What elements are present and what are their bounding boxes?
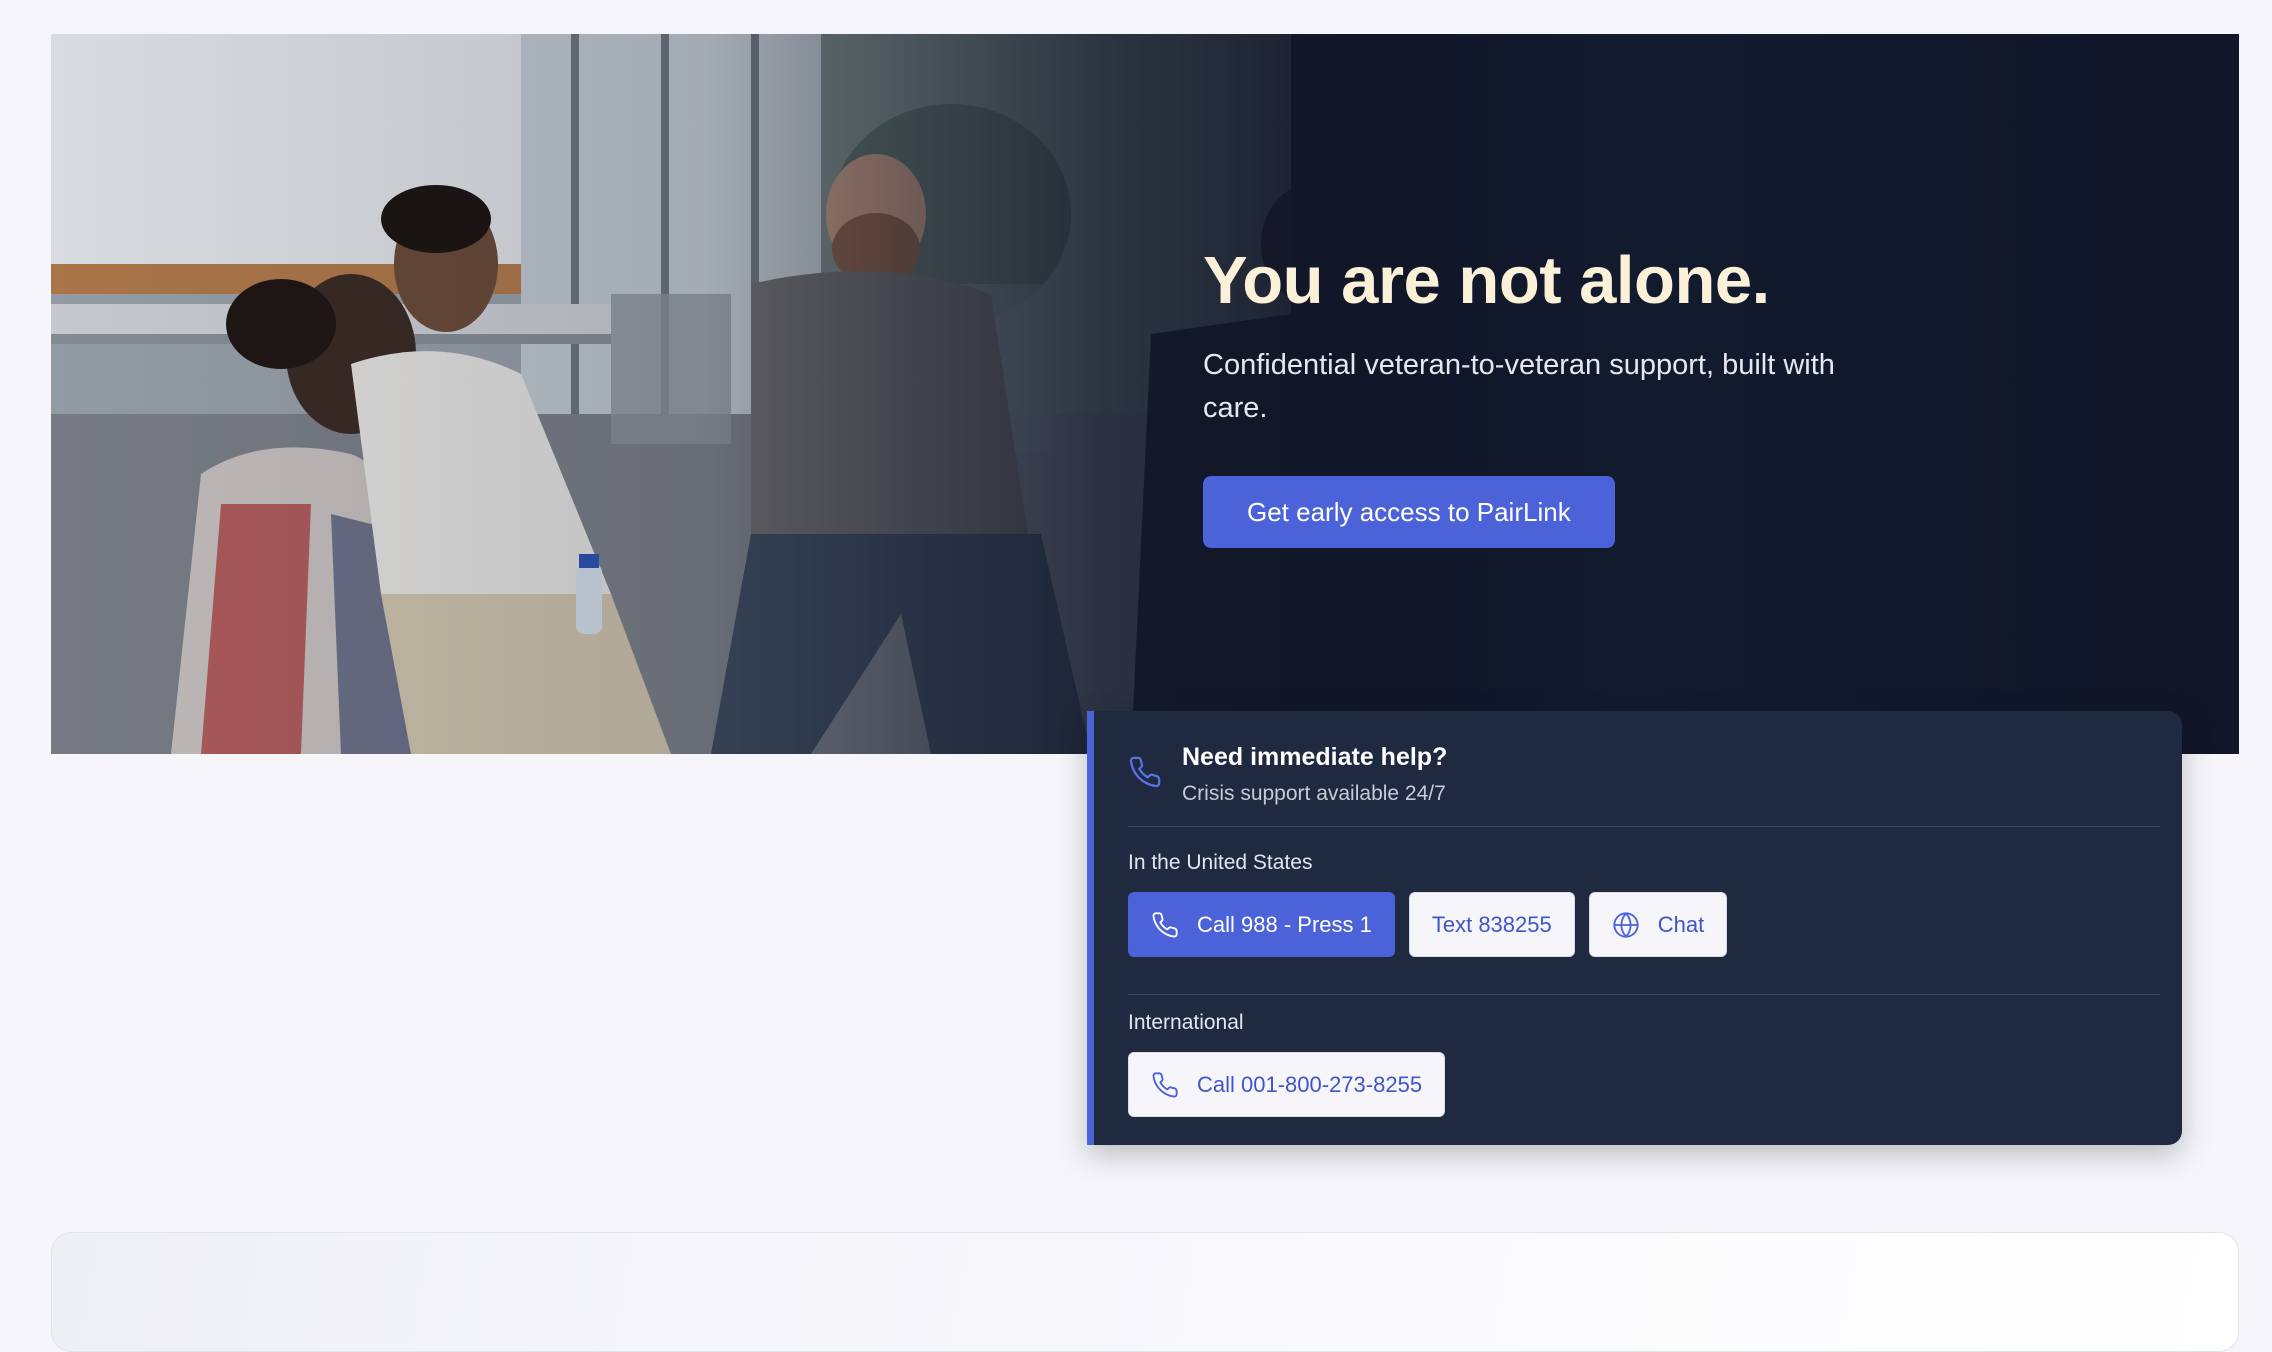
crisis-title: Need immediate help? [1182,743,1448,771]
chat-label: Chat [1657,911,1705,937]
crisis-subtitle: Crisis support available 24/7 [1182,782,1446,805]
call-international-label: Call 001-800-273-8255 [1197,1071,1423,1097]
globe-icon [1612,911,1640,939]
international-region-label: International [1128,1011,1244,1034]
crisis-header: Need immediate help? Crisis support avai… [1128,743,1447,806]
next-section-card [51,1232,2239,1352]
text-838255-label: Text 838255 [1431,911,1552,937]
chat-button[interactable]: Chat [1588,892,1728,957]
us-button-row: Call 988 - Press 1 Text 838255 Chat [1128,892,1728,957]
crisis-help-panel: Need immediate help? Crisis support avai… [1087,711,2182,1145]
hero-title-text: You are not alone. [1203,243,1770,318]
divider [1128,826,2160,827]
us-region-label: In the United States [1128,851,1313,874]
call-988-label: Call 988 - Press 1 [1197,911,1372,937]
hero-content: You are not alone. Confidential veteran-… [1203,244,1923,548]
international-button-row: Call 001-800-273-8255 [1128,1052,1446,1117]
call-988-button[interactable]: Call 988 - Press 1 [1128,892,1395,957]
hero-section: You are not alone. Confidential veteran-… [51,34,2239,754]
phone-icon [1151,1071,1179,1099]
phone-icon [1151,911,1179,939]
early-access-button[interactable]: Get early access to PairLink [1203,475,1615,548]
divider [1128,994,2160,995]
crisis-heading-group: Need immediate help? Crisis support avai… [1182,743,1447,806]
hero-subtitle: Confidential veteran-to-veteran support,… [1203,348,1835,424]
hero-title: You are not alone. [1203,244,1923,318]
phone-icon [1128,755,1162,794]
text-838255-button[interactable]: Text 838255 [1408,892,1575,957]
call-international-button[interactable]: Call 001-800-273-8255 [1128,1052,1446,1117]
